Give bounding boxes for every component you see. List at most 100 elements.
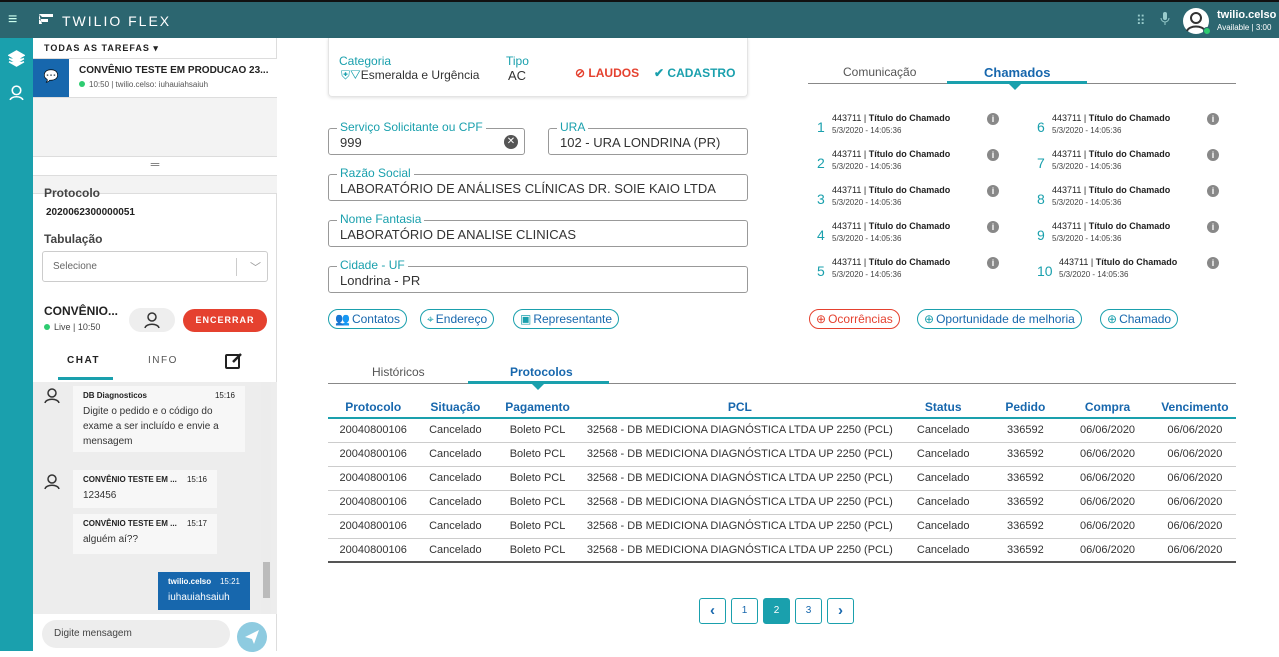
chamado-date: 5/3/2020 - 14:05:36 xyxy=(1059,270,1129,279)
column-header[interactable]: Pedido xyxy=(989,396,1062,419)
column-header[interactable]: Status xyxy=(896,396,990,419)
microphone-icon[interactable] xyxy=(1160,12,1170,26)
page-button-active[interactable]: 2 xyxy=(763,598,790,624)
chevron-down-icon: ﹀ xyxy=(250,262,261,274)
column-header[interactable]: Vencimento xyxy=(1153,396,1236,419)
column-header[interactable]: PCL xyxy=(582,396,897,419)
conversation-status: Live | 10:50 xyxy=(44,322,100,332)
chamado-item[interactable]: 1 443711 | Título do Chamado 5/3/2020 - 14… xyxy=(817,113,1027,143)
dialpad-icon[interactable]: ⠿ xyxy=(1136,13,1146,29)
send-button[interactable] xyxy=(237,622,267,652)
table-row[interactable]: 20040800106 Cancelado Boleto PCL 32568 - DB… xyxy=(328,538,1236,563)
page-button[interactable]: 3 xyxy=(795,598,822,624)
participant-button[interactable] xyxy=(129,308,175,332)
tab-protocolos[interactable]: Protocolos xyxy=(510,365,573,379)
tab-comunicacao[interactable]: Comunicação xyxy=(843,65,916,79)
column-header[interactable]: Situação xyxy=(418,396,493,419)
table-cell: 336592 xyxy=(989,490,1062,515)
prev-page-button[interactable]: ‹ xyxy=(699,598,726,624)
chamado-label: 443711 | Título do Chamado xyxy=(1052,185,1171,195)
cidade-uf-field[interactable]: Cidade - UF Londrina - PR xyxy=(328,258,748,293)
clear-icon[interactable]: ✕ xyxy=(504,135,518,149)
table-cell: Cancelado xyxy=(418,490,493,515)
chamado-item[interactable]: 10 443711 | Título do Chamado 5/3/2020 - 1… xyxy=(1037,257,1247,287)
nome-fantasia-field[interactable]: Nome Fantasia LABORATÓRIO DE ANALISE CLIN… xyxy=(328,212,748,247)
tab-chat[interactable]: CHAT xyxy=(67,355,100,366)
table-cell: Cancelado xyxy=(418,466,493,491)
chamado-item[interactable]: 6 443711 | Título do Chamado 5/3/2020 - 14… xyxy=(1037,113,1247,143)
chat-area[interactable]: DB Diagnosticos 15:16 Digite o pedido e o… xyxy=(33,382,277,614)
table-row[interactable]: 20040800106 Cancelado Boleto PCL 32568 - DB… xyxy=(328,514,1236,539)
chamado-item[interactable]: 2 443711 | Título do Chamado 5/3/2020 - 14… xyxy=(817,149,1027,179)
oportunidade-button[interactable]: ⊕ Oportunidade de melhoria xyxy=(917,309,1082,329)
next-page-button[interactable]: › xyxy=(827,598,854,624)
resize-handle[interactable]: ═ xyxy=(33,156,277,176)
endereco-button[interactable]: ⌖ Endereço xyxy=(420,309,495,329)
info-icon[interactable]: i xyxy=(987,113,999,125)
plus-circle-icon: ⊕ xyxy=(924,312,935,326)
table-cell: 336592 xyxy=(989,442,1062,467)
chamado-date: 5/3/2020 - 14:05:36 xyxy=(832,162,902,171)
tab-caret-icon xyxy=(1009,84,1021,90)
ocorrencias-button[interactable]: ⊕ Ocorrências xyxy=(809,309,900,329)
protocolo-value: 2020062300000051 xyxy=(46,207,135,218)
layers-icon[interactable] xyxy=(8,50,25,67)
table-cell: 32568 - DB MEDICIONA DIAGNÓSTICA LTDA UP… xyxy=(582,538,897,563)
ban-icon: ⊘ xyxy=(575,66,586,80)
hamburger-menu-icon[interactable]: ≡ xyxy=(8,11,17,29)
info-icon[interactable]: i xyxy=(987,221,999,233)
info-icon[interactable]: i xyxy=(1207,113,1219,125)
info-icon[interactable]: i xyxy=(1207,221,1219,233)
agent-icon[interactable] xyxy=(8,84,25,101)
info-icon[interactable]: i xyxy=(1207,185,1219,197)
table-row[interactable]: 20040800106 Cancelado Boleto PCL 32568 - DB… xyxy=(328,418,1236,443)
tasks-filter[interactable]: TODAS AS TAREFAS ▾ xyxy=(44,43,159,54)
edit-icon[interactable] xyxy=(225,352,243,370)
chamado-item[interactable]: 9 443711 | Título do Chamado 5/3/2020 - 14… xyxy=(1037,221,1247,251)
chamado-button[interactable]: ⊕ Chamado xyxy=(1100,309,1179,329)
table-cell: 06/06/2020 xyxy=(1153,418,1236,443)
info-icon[interactable]: i xyxy=(987,185,999,197)
servico-field[interactable]: Serviço Solicitante ou CPF 999 ✕ xyxy=(328,120,525,155)
tab-chamados[interactable]: Chamados xyxy=(984,65,1050,80)
info-icon[interactable]: i xyxy=(1207,149,1219,161)
users-icon: 👥 xyxy=(335,312,350,326)
task-card[interactable]: 💬 CONVÊNIO TESTE EM PRODUCAO 23... 10:50… xyxy=(33,58,277,98)
chamado-item[interactable]: 4 443711 | Título do Chamado 5/3/2020 - 14… xyxy=(817,221,1027,251)
category-icons: ⛨▽ xyxy=(341,68,361,82)
table-cell: Cancelado xyxy=(418,538,493,563)
table-row[interactable]: 20040800106 Cancelado Boleto PCL 32568 - DB… xyxy=(328,466,1236,491)
page-button[interactable]: 1 xyxy=(731,598,758,624)
column-header[interactable]: Protocolo xyxy=(328,396,419,419)
chat-input[interactable]: Digite mensagem xyxy=(42,620,230,648)
task-panel: TODAS AS TAREFAS ▾ 💬 CONVÊNIO TESTE EM P… xyxy=(33,38,277,652)
tab-info[interactable]: INFO xyxy=(148,355,178,366)
chamado-item[interactable]: 3 443711 | Título do Chamado 5/3/2020 - 14… xyxy=(817,185,1027,215)
table-cell: Cancelado xyxy=(896,514,990,539)
chat-scrollbar[interactable] xyxy=(261,382,271,614)
info-icon[interactable]: i xyxy=(987,257,999,269)
side-rail xyxy=(0,38,33,651)
contatos-button[interactable]: 👥 Contatos xyxy=(328,309,407,329)
tabulacao-select[interactable]: Selecione ﹀ xyxy=(42,251,268,282)
map-pin-icon: ⌖ xyxy=(427,312,434,326)
user-status[interactable]: Available | 3:00 xyxy=(1217,23,1271,32)
representante-button[interactable]: ▣ Representante xyxy=(513,309,620,329)
table-row[interactable]: 20040800106 Cancelado Boleto PCL 32568 - DB… xyxy=(328,490,1236,515)
table-cell: Boleto PCL xyxy=(492,490,583,515)
info-icon[interactable]: i xyxy=(1207,257,1219,269)
check-circle-icon: ✔ xyxy=(654,66,665,80)
razao-social-field[interactable]: Razão Social LABORATÓRIO DE ANÁLISES CLÍN… xyxy=(328,166,748,201)
chamado-item[interactable]: 7 443711 | Título do Chamado 5/3/2020 - 14… xyxy=(1037,149,1247,179)
ura-field[interactable]: URA 102 - URA LONDRINA (PR) xyxy=(548,120,748,155)
encerrar-button[interactable]: ENCERRAR xyxy=(183,309,267,332)
info-icon[interactable]: i xyxy=(987,149,999,161)
column-header[interactable]: Compra xyxy=(1061,396,1154,419)
table-row[interactable]: 20040800106 Cancelado Boleto PCL 32568 - DB… xyxy=(328,442,1236,467)
chamado-item[interactable]: 8 443711 | Título do Chamado 5/3/2020 - 14… xyxy=(1037,185,1247,215)
column-header[interactable]: Pagamento xyxy=(492,396,583,419)
tab-historicos[interactable]: Históricos xyxy=(372,365,425,379)
chat-message-own: twilio.celso 15:21 iuhauiahsaiuh xyxy=(158,572,250,610)
tabulacao-label: Tabulação xyxy=(44,232,103,246)
chamado-item[interactable]: 5 443711 | Título do Chamado 5/3/2020 - 14… xyxy=(817,257,1027,287)
